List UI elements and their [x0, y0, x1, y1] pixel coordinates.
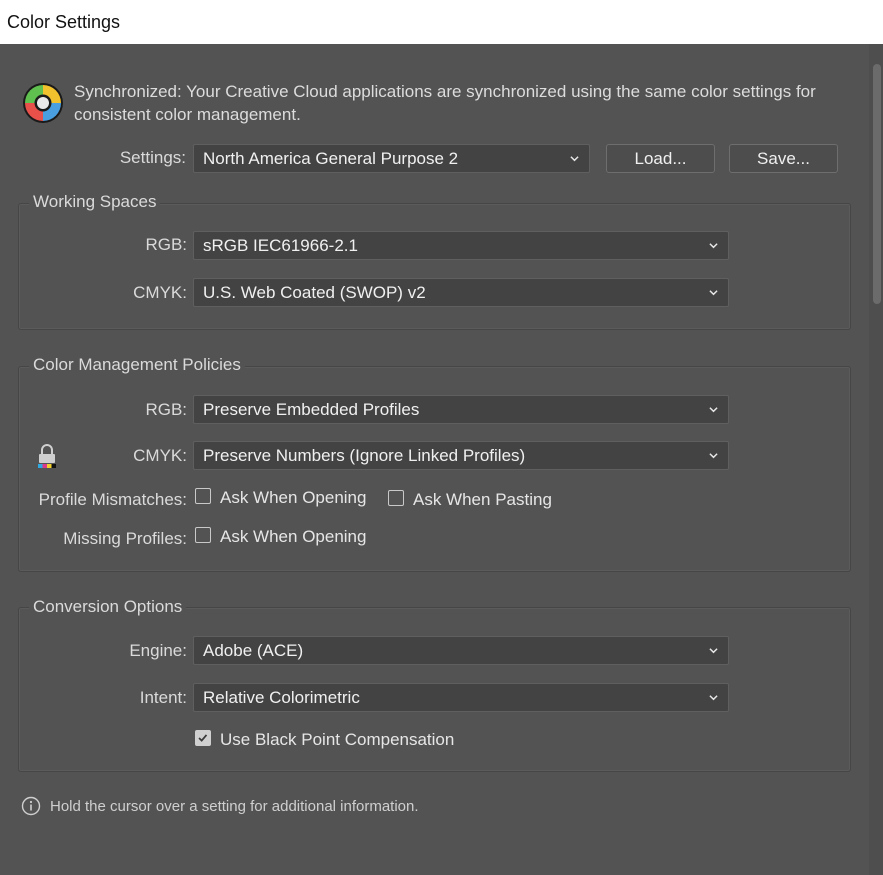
mismatch-opening-checkbox[interactable]	[195, 488, 211, 504]
policy-rgb-dropdown[interactable]: Preserve Embedded Profiles	[193, 395, 729, 424]
scrollbar-thumb[interactable]	[873, 64, 881, 304]
window-title: Color Settings	[0, 0, 883, 44]
lock-icon	[38, 444, 56, 468]
policy-rgb-value: Preserve Embedded Profiles	[203, 400, 420, 419]
chevron-down-icon	[709, 407, 718, 413]
settings-dropdown[interactable]: North America General Purpose 2	[193, 144, 590, 173]
save-button[interactable]: Save...	[729, 144, 838, 173]
engine-dropdown[interactable]: Adobe (ACE)	[193, 636, 729, 665]
policies-title: Color Management Policies	[29, 355, 245, 375]
sync-message: Synchronized: Your Creative Cloud applic…	[74, 82, 816, 124]
mismatch-pasting-label[interactable]: Ask When Pasting	[413, 490, 552, 510]
settings-label: Settings:	[119, 148, 186, 167]
working-spaces-title: Working Spaces	[29, 192, 161, 212]
intent-label: Intent:	[139, 688, 187, 707]
settings-value: North America General Purpose 2	[203, 149, 459, 168]
working-cmyk-dropdown[interactable]: U.S. Web Coated (SWOP) v2	[193, 278, 729, 307]
checkmark-icon	[198, 734, 208, 742]
policy-cmyk-dropdown[interactable]: Preserve Numbers (Ignore Linked Profiles…	[193, 441, 729, 470]
working-cmyk-value: U.S. Web Coated (SWOP) v2	[203, 283, 426, 302]
policy-cmyk-value: Preserve Numbers (Ignore Linked Profiles…	[203, 446, 526, 465]
engine-label: Engine:	[129, 641, 187, 660]
policy-cmyk-label: CMYK:	[133, 446, 187, 465]
profile-mismatches-label: Profile Mismatches:	[38, 490, 187, 509]
chevron-down-icon	[709, 695, 718, 701]
black-point-compensation-label[interactable]: Use Black Point Compensation	[220, 730, 454, 750]
engine-value: Adobe (ACE)	[203, 641, 304, 660]
chevron-down-icon	[709, 243, 718, 249]
missing-opening-checkbox[interactable]	[195, 527, 211, 543]
intent-value: Relative Colorimetric	[203, 688, 360, 707]
black-point-compensation-checkbox[interactable]	[195, 730, 211, 746]
hint-text: Hold the cursor over a setting for addit…	[50, 798, 419, 815]
missing-opening-label[interactable]: Ask When Opening	[220, 527, 366, 547]
info-icon	[21, 796, 41, 816]
chevron-down-icon	[709, 453, 718, 459]
intent-dropdown[interactable]: Relative Colorimetric	[193, 683, 729, 712]
chevron-down-icon	[709, 648, 718, 654]
policy-rgb-label: RGB:	[145, 400, 187, 419]
load-button[interactable]: Load...	[606, 144, 715, 173]
chevron-down-icon	[709, 290, 718, 296]
color-wheel-icon	[23, 83, 63, 123]
chevron-down-icon	[570, 156, 579, 162]
conversion-title: Conversion Options	[29, 597, 187, 617]
missing-profiles-label: Missing Profiles:	[63, 529, 187, 548]
working-rgb-dropdown[interactable]: sRGB IEC61966-2.1	[193, 231, 729, 260]
working-rgb-value: sRGB IEC61966-2.1	[203, 236, 358, 255]
working-cmyk-label: CMYK:	[133, 283, 187, 302]
mismatch-pasting-checkbox[interactable]	[388, 490, 404, 506]
working-spaces-group	[18, 203, 851, 330]
working-rgb-label: RGB:	[145, 235, 187, 254]
mismatch-opening-label[interactable]: Ask When Opening	[220, 488, 366, 508]
